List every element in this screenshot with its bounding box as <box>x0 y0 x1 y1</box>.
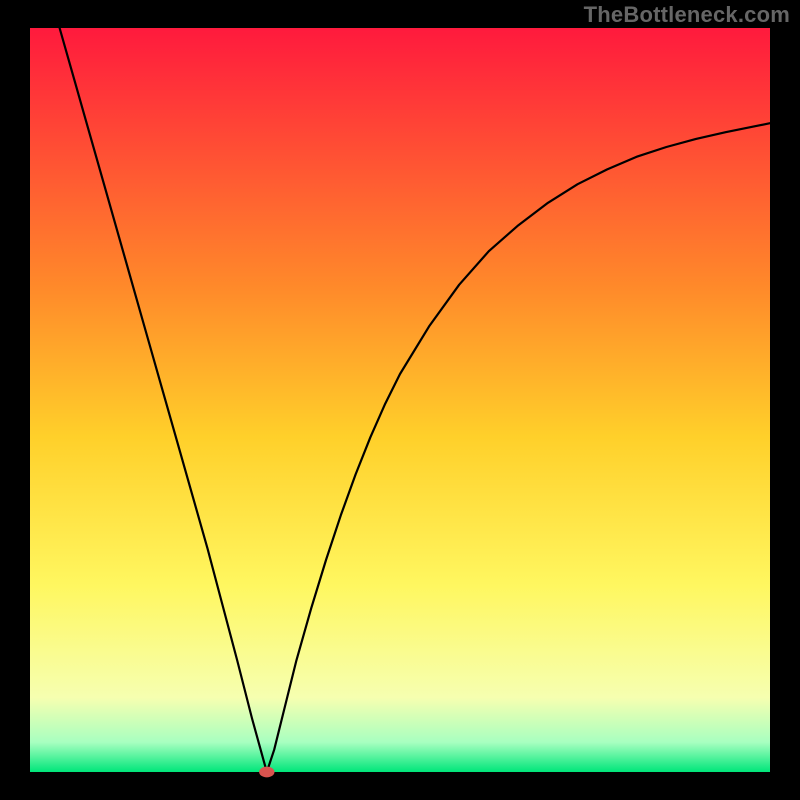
plot-background <box>30 28 770 772</box>
optimal-point-marker <box>259 767 274 778</box>
watermark-text: TheBottleneck.com <box>584 2 790 28</box>
chart-frame: TheBottleneck.com <box>0 0 800 800</box>
bottleneck-chart <box>0 0 800 800</box>
